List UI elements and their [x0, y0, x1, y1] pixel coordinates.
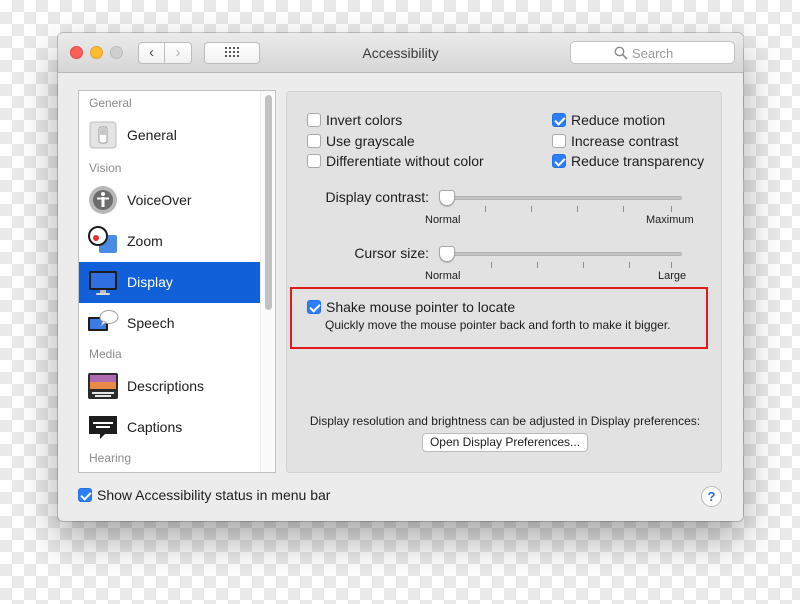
differentiate-without-color-checkbox[interactable] [307, 154, 321, 168]
sidebar-item-label: VoiceOver [127, 192, 192, 208]
show-status-checkbox[interactable] [78, 488, 92, 502]
increase-contrast-label: Increase contrast [571, 133, 679, 149]
sidebar-item-captions[interactable]: Captions [79, 407, 261, 448]
reduce-transparency-label: Reduce transparency [571, 153, 705, 169]
use-grayscale-option[interactable]: Use grayscale [307, 132, 415, 150]
sidebar-item-label: Captions [127, 419, 183, 435]
display-contrast-track[interactable] [439, 196, 682, 200]
sidebar-item-label: General [127, 127, 177, 143]
sidebar-item-label: Zoom [127, 233, 163, 249]
monitor-icon [89, 271, 117, 295]
section-media: Media [89, 347, 122, 361]
display-contrast-label: Display contrast: [325, 189, 429, 205]
resolution-note: Display resolution and brightness can be… [309, 414, 701, 428]
descriptions-icon [88, 373, 118, 399]
sidebar-item-speech[interactable]: Speech [79, 303, 261, 344]
reduce-transparency-option[interactable]: Reduce transparency [552, 152, 704, 170]
cursor-size-label: Cursor size: [354, 245, 429, 261]
use-grayscale-label: Use grayscale [326, 133, 415, 149]
highlight-box [290, 287, 708, 349]
increase-contrast-option[interactable]: Increase contrast [552, 132, 678, 150]
captions-icon [89, 416, 117, 439]
reduce-motion-option[interactable]: Reduce motion [552, 111, 665, 129]
use-grayscale-checkbox[interactable] [307, 134, 321, 148]
sidebar-item-voiceover[interactable]: VoiceOver [79, 180, 261, 221]
magnifier-icon [88, 226, 117, 253]
display-contrast-slider-knob[interactable] [439, 190, 455, 206]
show-status-option[interactable]: Show Accessibility status in menu bar [78, 486, 330, 504]
display-contrast-max-label: Maximum [646, 214, 694, 226]
reduce-motion-checkbox[interactable] [552, 113, 566, 127]
reduce-motion-label: Reduce motion [571, 112, 666, 128]
cursor-size-max-label: Large [658, 270, 687, 282]
sidebar-item-general[interactable]: General [79, 115, 261, 156]
display-contrast-min-label: Normal [425, 214, 461, 226]
differentiate-without-color-label: Differentiate without color [326, 153, 484, 169]
display-settings-panel: Invert colors Use grayscale Differentiat… [286, 91, 722, 473]
speech-bubble-icon [88, 310, 119, 331]
preferences-window: ‹ › Accessibility Search General General… [58, 33, 743, 521]
title-bar: ‹ › Accessibility Search [58, 33, 743, 73]
help-button[interactable]: ? [701, 486, 722, 507]
voiceover-icon [89, 186, 117, 214]
search-icon [614, 46, 628, 60]
sidebar-item-label: Descriptions [127, 378, 205, 394]
section-general: General [89, 96, 132, 110]
invert-colors-checkbox[interactable] [307, 113, 321, 127]
show-status-label: Show Accessibility status in menu bar [97, 487, 331, 503]
cursor-size-min-label: Normal [425, 270, 461, 282]
sidebar-item-label: Display [127, 274, 173, 290]
sidebar-item-descriptions[interactable]: Descriptions [79, 366, 261, 407]
sidebar-scroll-thumb[interactable] [265, 95, 272, 310]
invert-colors-option[interactable]: Invert colors [307, 111, 402, 129]
sidebar-item-zoom[interactable]: Zoom [79, 221, 261, 262]
search-placeholder: Search [632, 46, 674, 61]
reduce-transparency-checkbox[interactable] [552, 154, 566, 168]
search-field[interactable]: Search [570, 41, 735, 64]
increase-contrast-checkbox[interactable] [552, 134, 566, 148]
sidebar-scrollbar[interactable] [260, 91, 274, 472]
sidebar-item-label: Speech [127, 315, 175, 331]
sidebar-item-display[interactable]: Display [79, 262, 261, 303]
category-sidebar[interactable]: General General Vision VoiceOver Zoom Di… [78, 90, 276, 473]
section-hearing: Hearing [89, 451, 132, 465]
cursor-size-track[interactable] [439, 252, 682, 256]
invert-colors-label: Invert colors [326, 112, 403, 128]
cursor-size-slider-knob[interactable] [439, 246, 455, 262]
switch-icon [89, 121, 117, 149]
open-display-preferences-button[interactable]: Open Display Preferences... [422, 433, 588, 452]
section-vision: Vision [89, 161, 122, 175]
differentiate-without-color-option[interactable]: Differentiate without color [307, 152, 484, 170]
